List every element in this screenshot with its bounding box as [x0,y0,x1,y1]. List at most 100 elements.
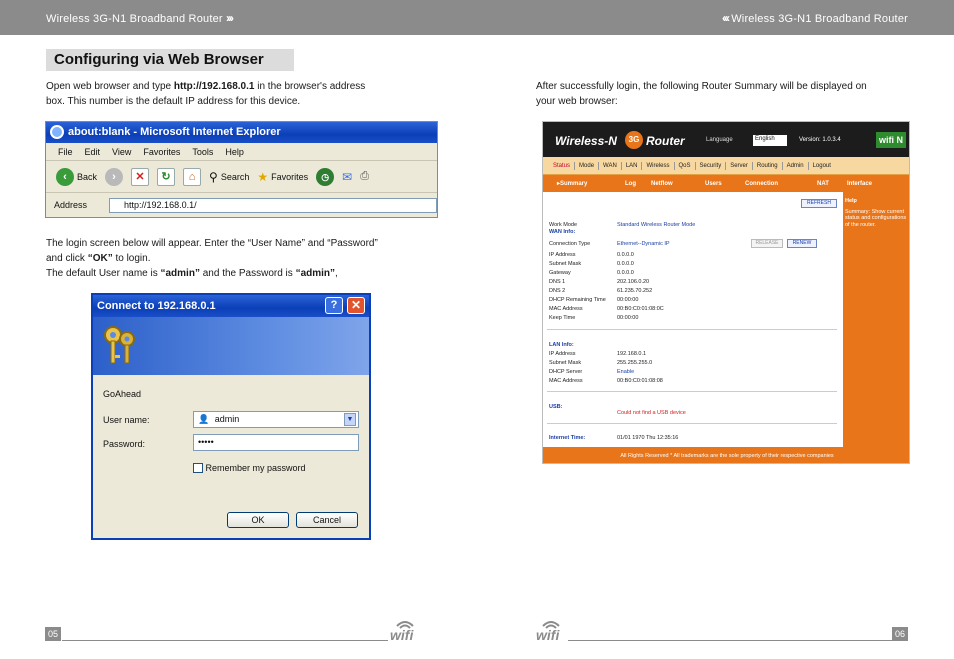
router-summary-panel: REFRESH Work Mode Standard Wireless Rout… [543,192,841,447]
router-brand-suffix: Router [646,134,685,148]
lan-key: DHCP Server [549,369,583,375]
3g-badge: 3G [625,131,643,149]
chevron-left-icon: ‹‹‹ [721,11,730,25]
wan-key: DNS 1 [549,279,566,285]
help-panel: Help Summary: Show current status and co… [843,192,909,447]
nav-wan[interactable]: WAN [599,161,622,170]
refresh-icon: ↻ [157,167,176,186]
divider [547,329,837,330]
wifi-logo-right: wifi [534,617,568,643]
forward-button[interactable]: › [105,167,124,186]
mail-button[interactable]: ✉ [342,170,352,184]
router-brand: Wireless-N [555,134,617,148]
subnav-users[interactable]: Users [705,181,722,187]
menu-help[interactable]: Help [225,147,244,160]
divider [547,423,837,424]
subnav-summary[interactable]: ▸Summary [557,180,587,187]
nav-lan[interactable]: LAN [622,161,643,170]
default-password: “admin” [295,268,336,279]
nav-mode[interactable]: Mode [575,161,600,170]
history-icon: ◷ [316,167,335,186]
menu-view[interactable]: View [112,147,131,160]
wan-value: 0.0.0.0 [617,261,634,267]
cancel-button[interactable]: Cancel [296,512,358,528]
username-value: admin [214,414,240,424]
username-input[interactable]: 👤 admin ▼ [193,411,359,428]
lan-value[interactable]: Enable [617,369,634,375]
language-select[interactable]: English [753,135,787,146]
header-bar: Wireless 3G-N1 Broadband Router ››› ‹‹‹ … [0,0,954,35]
header-right-title: ‹‹‹ Wireless 3G-N1 Broadband Router [722,11,908,25]
subnav-netflow[interactable]: Netflow [651,181,673,187]
wan-key: DHCP Remaining Time [549,297,606,303]
menu-file[interactable]: File [58,147,73,160]
address-input[interactable]: http://192.168.0.1/ [109,197,437,213]
router-subnav: ▸Summary Log Netflow Users Connection NA… [543,175,909,192]
subnav-interface[interactable]: Interface [847,181,872,187]
address-label: Address [54,200,88,210]
login-ok-text: “OK” [87,253,113,264]
router-nav: Status Mode WAN LAN Wireless QoS Securit… [543,157,909,175]
time-header: Internet Time: [549,435,586,441]
subnav-log[interactable]: Log [625,181,636,187]
nav-qos[interactable]: QoS [675,161,696,170]
menu-favorites[interactable]: Favorites [143,147,180,160]
wan-key: Connection Type [549,241,591,247]
search-button[interactable]: ⚲ Search [209,170,249,184]
home-button[interactable]: ⌂ [183,167,202,186]
subnav-connection[interactable]: Connection [745,181,778,187]
nav-routing[interactable]: Routing [753,161,783,170]
dialog-banner [93,317,369,375]
print-button[interactable]: ⎙ [360,170,369,183]
nav-wireless[interactable]: Wireless [642,161,675,170]
lan-header: LAN Info: [549,342,574,348]
menu-tools[interactable]: Tools [192,147,213,160]
header-left-title: Wireless 3G-N1 Broadband Router ››› [46,11,234,25]
menu-edit[interactable]: Edit [85,147,101,160]
help-text: Summary: Show current status and configu… [845,208,907,228]
footer-rule-left [62,640,388,641]
wan-value: 202.106.0.20 [617,279,650,285]
wan-value: 00:B0:C0:01:08:0C [617,306,664,312]
history-button[interactable]: ◷ [316,167,335,186]
remember-label: Remember my password [205,463,306,473]
usb-header: USB: [549,404,563,410]
login-line2-end: to login. [112,253,151,264]
wan-value: Ethernet--Dynamic IP [617,241,670,247]
login-line2-text: and click [46,253,88,264]
password-input[interactable]: ••••• [193,434,359,451]
wifi-n-logo: wifi N [876,132,906,148]
chevron-down-icon[interactable]: ▼ [344,413,356,426]
nav-logout[interactable]: Logout [809,162,835,170]
back-button[interactable]: ‹ Back [56,167,97,186]
close-button[interactable]: ✕ [347,297,365,314]
help-button[interactable]: ? [325,297,343,314]
nav-status[interactable]: Status [549,161,576,170]
ie-logo-icon [50,125,64,139]
nav-security[interactable]: Security [696,161,727,170]
checkbox-icon[interactable] [193,463,203,473]
stop-button[interactable]: ✕ [131,167,150,186]
wan-key: Subnet Mask [549,261,582,267]
remember-checkbox[interactable]: Remember my password [193,463,306,473]
refresh-button[interactable]: REFRESH [801,199,837,208]
favorites-button[interactable]: ★ Favorites [257,170,308,184]
default-username: “admin” [160,268,200,279]
ie-title-bar: about:blank - Microsoft Internet Explore… [46,122,437,143]
release-button[interactable]: RELEASE [751,239,783,248]
ok-button[interactable]: OK [227,512,289,528]
nav-admin[interactable]: Admin [783,161,809,170]
lan-key: IP Address [549,351,576,357]
dialog-title: Connect to 192.168.0.1 [97,300,216,312]
login-line1: The login screen below will appear. Ente… [46,238,378,249]
dialog-title-bar: Connect to 192.168.0.1 ? ✕ [93,295,369,317]
home-icon: ⌂ [183,167,202,186]
renew-button[interactable]: RENEW [787,239,817,248]
nav-server[interactable]: Server [726,161,753,170]
back-arrow-icon: ‹ [56,167,74,186]
refresh-button[interactable]: ↻ [157,167,176,186]
ie-menu-bar: File Edit View Favorites Tools Help [46,143,437,161]
subnav-nat[interactable]: NAT [817,181,829,187]
wan-key: IP Address [549,252,576,258]
router-intro: After successfully login, the following … [536,79,916,109]
